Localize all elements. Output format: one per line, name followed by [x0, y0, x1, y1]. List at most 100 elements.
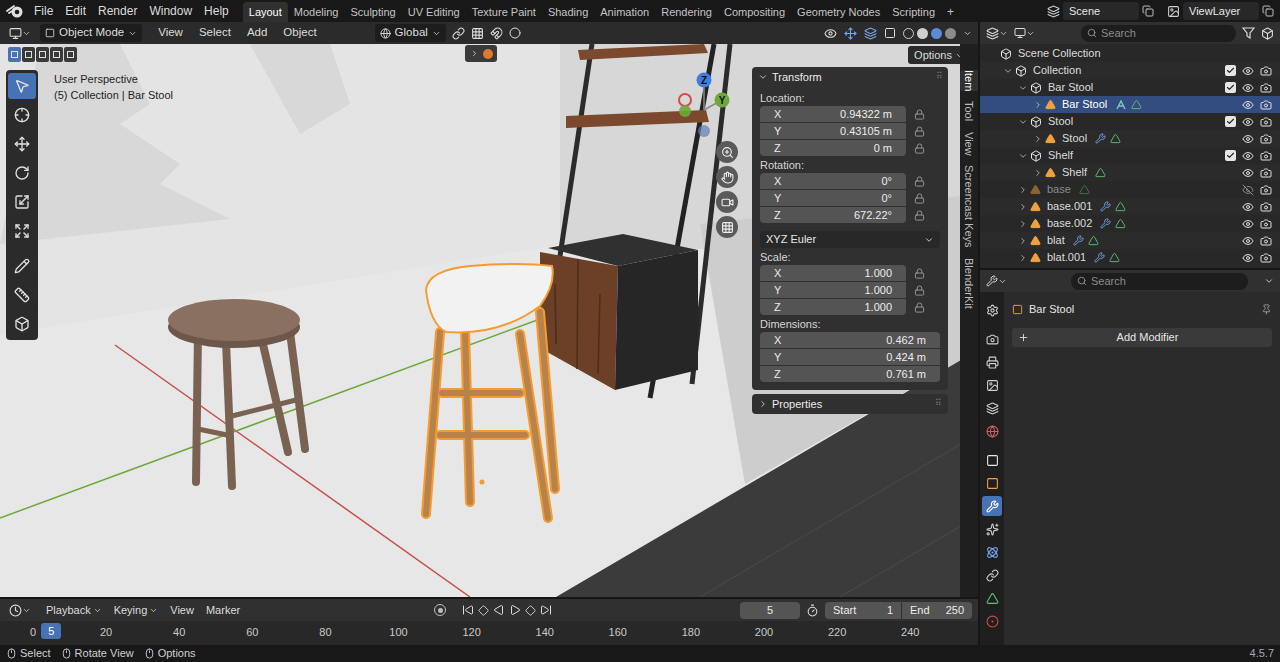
render-visibility-icon[interactable] — [1260, 252, 1272, 264]
properties-tab[interactable] — [982, 473, 1002, 493]
select-mode-button[interactable] — [50, 47, 63, 62]
mesh-data-icon[interactable] — [1079, 184, 1090, 195]
menu-item[interactable]: View — [150, 24, 191, 41]
tool-button[interactable] — [8, 102, 36, 128]
outliner-name[interactable]: blat — [1047, 232, 1065, 249]
nav-button[interactable] — [716, 191, 738, 213]
render-visibility-icon[interactable] — [1260, 150, 1272, 162]
expand-icon[interactable] — [1018, 185, 1028, 195]
menu-item[interactable]: Add — [239, 24, 275, 41]
properties-tab[interactable] — [982, 611, 1002, 631]
play-reverse-icon[interactable] — [493, 604, 505, 616]
outliner-name[interactable]: Collection — [1033, 62, 1081, 79]
render-visibility-icon[interactable] — [1260, 65, 1272, 77]
eye-icon[interactable] — [1242, 150, 1254, 162]
navigation-gizmo[interactable]: ZY — [672, 70, 736, 142]
tool-button[interactable] — [8, 282, 36, 308]
mesh-data-icon[interactable] — [1095, 167, 1106, 178]
number-field[interactable]: X0° — [760, 173, 906, 189]
play-icon[interactable] — [509, 604, 521, 616]
add-modifier-button[interactable]: Add Modifier — [1012, 328, 1272, 347]
mesh-data-icon[interactable] — [1088, 235, 1099, 246]
sidebar-tab[interactable]: BlenderKit — [960, 258, 978, 309]
workspace-tab[interactable]: Rendering — [655, 2, 718, 22]
outliner-row[interactable]: blat.001 — [980, 249, 1280, 266]
eye-icon[interactable] — [1242, 65, 1254, 77]
wireframe-shading-icon[interactable] — [903, 28, 914, 39]
properties-tab[interactable] — [982, 352, 1002, 372]
menu-item[interactable]: Select — [191, 24, 239, 41]
rendered-shading-icon[interactable] — [945, 28, 956, 39]
menu-item[interactable]: Keying — [108, 602, 165, 619]
geometry-nodes-icon[interactable] — [1115, 99, 1127, 111]
tool-button[interactable] — [8, 189, 36, 215]
material-shading-icon[interactable] — [931, 28, 942, 39]
end-frame-field[interactable]: End250 — [902, 602, 972, 619]
number-field[interactable]: X1.000 — [760, 265, 906, 281]
outliner-name[interactable]: base.002 — [1047, 215, 1092, 232]
workspace-tab[interactable]: Animation — [594, 2, 655, 22]
eye-icon[interactable] — [1242, 201, 1254, 213]
collapse-icon[interactable] — [1003, 66, 1013, 76]
expand-icon[interactable] — [1018, 202, 1028, 212]
exclude-checkbox[interactable] — [1225, 65, 1236, 76]
outliner-name[interactable]: blat.001 — [1047, 249, 1086, 266]
workspace-tab[interactable]: Geometry Nodes — [791, 2, 886, 22]
menu-item[interactable]: Edit — [59, 2, 92, 20]
mode-dropdown[interactable]: Object Mode — [40, 24, 142, 42]
editor-type-button[interactable] — [986, 27, 1008, 40]
menu-item[interactable]: Window — [143, 2, 198, 20]
outliner-row[interactable]: Shelf — [980, 164, 1280, 181]
exclude-checkbox[interactable] — [1225, 82, 1236, 93]
render-visibility-icon[interactable] — [1260, 201, 1272, 213]
view-layer-icon[interactable] — [1167, 5, 1180, 18]
outliner-row[interactable]: Bar Stool — [980, 96, 1280, 113]
jump-end-icon[interactable] — [540, 604, 552, 616]
playhead[interactable]: 5 — [41, 623, 61, 639]
modifier-icon[interactable] — [1073, 235, 1084, 246]
mesh-data-icon[interactable] — [1115, 218, 1126, 229]
copy-scene-icon[interactable] — [1142, 5, 1154, 17]
solid-shading-icon[interactable] — [917, 28, 928, 39]
properties-tab[interactable] — [982, 450, 1002, 470]
options-chevron-icon[interactable] — [1264, 276, 1274, 286]
properties-subpanel[interactable]: Properties⠿ — [752, 394, 948, 414]
tool-button[interactable] — [8, 218, 36, 244]
overlays-icon[interactable] — [864, 27, 877, 40]
mesh-data-icon[interactable] — [1115, 201, 1126, 212]
menu-item[interactable]: Marker — [200, 602, 246, 619]
menu-item[interactable]: File — [28, 2, 59, 20]
jump-start-icon[interactable] — [462, 604, 474, 616]
blender-logo-icon[interactable] — [6, 3, 24, 19]
proportional-icon[interactable] — [509, 27, 521, 39]
exclude-checkbox[interactable] — [1225, 116, 1236, 127]
expand-icon[interactable] — [1018, 253, 1028, 263]
mesh-data-icon[interactable] — [1131, 99, 1142, 110]
select-mode-button[interactable] — [22, 47, 35, 62]
number-field[interactable]: X0.462 m — [760, 332, 940, 348]
expand-icon[interactable] — [1033, 134, 1043, 144]
outliner-name[interactable]: Scene Collection — [1018, 45, 1101, 62]
unlocked-icon[interactable] — [914, 109, 925, 120]
eye-icon[interactable] — [1242, 218, 1254, 230]
workspace-tab[interactable]: Modeling — [288, 2, 345, 22]
workspace-tab[interactable]: UV Editing — [402, 2, 466, 22]
properties-search[interactable]: Search — [1071, 273, 1248, 290]
tool-button[interactable] — [8, 311, 36, 337]
eye-icon[interactable] — [1242, 99, 1254, 111]
view-layer-field[interactable]: ViewLayer — [1183, 2, 1259, 20]
unlocked-icon[interactable] — [914, 126, 925, 137]
grip-icon[interactable]: ⠿ — [935, 397, 942, 411]
properties-tab[interactable] — [982, 300, 1002, 320]
properties-tab[interactable] — [982, 496, 1002, 516]
number-field[interactable]: Z0.761 m — [760, 366, 940, 382]
render-visibility-icon[interactable] — [1260, 235, 1272, 247]
editor-type-button[interactable] — [6, 27, 34, 40]
outliner-name[interactable]: Shelf — [1048, 147, 1073, 164]
render-visibility-icon[interactable] — [1260, 218, 1272, 230]
grip-icon[interactable]: ⠿ — [936, 70, 942, 84]
number-field[interactable]: Y1.000 — [760, 282, 906, 298]
sidebar-tab[interactable]: Tool — [960, 101, 978, 121]
render-visibility-icon[interactable] — [1260, 116, 1272, 128]
unlocked-icon[interactable] — [914, 285, 925, 296]
